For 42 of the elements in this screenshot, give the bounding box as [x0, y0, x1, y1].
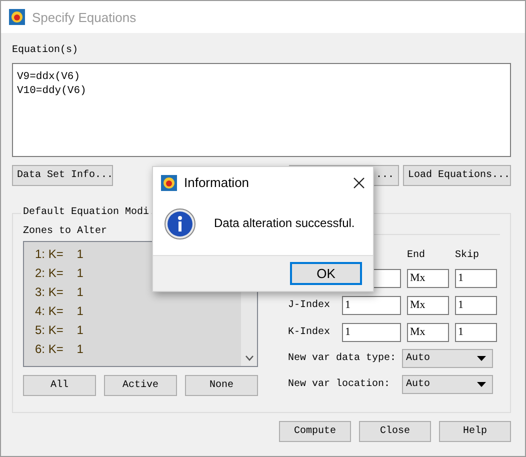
app-logo-icon [161, 174, 177, 190]
action-button[interactable]: Help [439, 421, 511, 442]
zone-item[interactable]: 6: K= 1 [35, 340, 241, 359]
info-icon [164, 208, 196, 240]
end-field[interactable]: Mx [407, 323, 449, 342]
load-equations-button[interactable]: Load Equations... [403, 165, 511, 186]
ok-button[interactable]: OK [290, 262, 362, 285]
column-header: End [407, 250, 426, 261]
equations-label: Equation(s) [12, 45, 78, 56]
zone-item[interactable]: 4: K= 1 [35, 302, 241, 321]
column-header: Skip [455, 250, 480, 261]
group-title: Default Equation Modi [21, 207, 152, 218]
window-title: Specify Equations [32, 10, 136, 24]
zone-button[interactable]: All [23, 375, 96, 396]
start-field[interactable]: 1 [342, 296, 401, 315]
skip-field[interactable]: 1 [455, 323, 497, 342]
skip-field[interactable]: 1 [455, 296, 497, 315]
close-icon[interactable] [353, 176, 365, 188]
dialog-message: Data alteration successful. [214, 216, 355, 230]
action-button[interactable]: Compute [279, 421, 351, 442]
caret-icon [477, 356, 486, 361]
zone-button[interactable]: None [185, 375, 258, 396]
zone-item[interactable]: 5: K= 1 [35, 321, 241, 340]
index-label: K-Index [288, 327, 332, 338]
skip-field[interactable]: 1 [455, 269, 497, 288]
action-button[interactable]: Close [359, 421, 431, 442]
index-label: J-Index [288, 300, 332, 311]
app-logo-icon [9, 9, 25, 25]
start-field[interactable]: 1 [342, 323, 401, 342]
dropdown-label: New var data type: [288, 353, 398, 364]
end-field[interactable]: Mx [407, 269, 449, 288]
dropdown[interactable]: Auto [402, 375, 493, 394]
dropdown[interactable]: Auto [402, 349, 493, 368]
end-field[interactable]: Mx [407, 296, 449, 315]
caret-icon [477, 382, 486, 387]
dropdown-label: New var location: [288, 379, 392, 390]
chevron-down-icon[interactable] [244, 355, 254, 361]
equations-field[interactable]: V9=ddx(V6) V10=ddy(V6) [12, 63, 511, 157]
dialog-title: Information [184, 175, 250, 190]
zone-button[interactable]: Active [104, 375, 177, 396]
data-set-info-button[interactable]: Data Set Info... [12, 165, 113, 186]
zones-label: Zones to Alter [23, 226, 108, 237]
